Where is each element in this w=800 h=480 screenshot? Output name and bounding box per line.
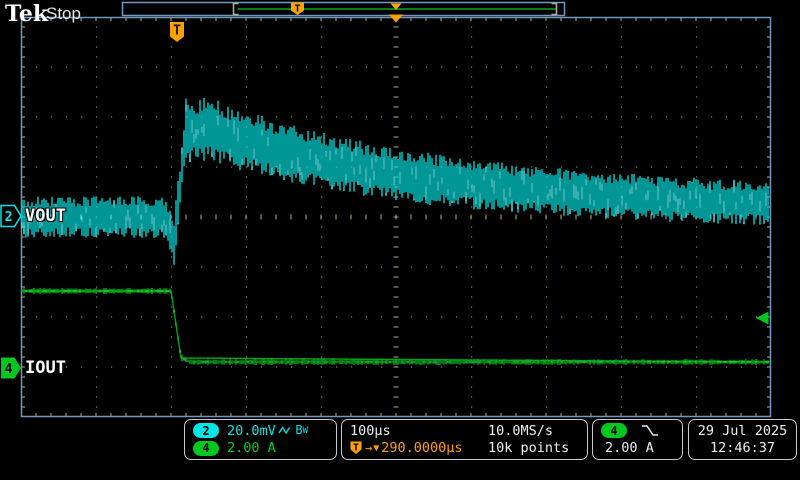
acquisition-status: Stop bbox=[46, 4, 81, 23]
channel4-scale: 2.00 A bbox=[227, 440, 276, 457]
channel2-scale: 20.0mV bbox=[227, 422, 276, 439]
channel2-trace-label: VOUT bbox=[25, 206, 66, 226]
record-length-value: 10k points bbox=[488, 440, 570, 457]
delay-arrow-icon: → bbox=[365, 441, 373, 456]
expansion-point-triangle-icon[interactable] bbox=[389, 14, 403, 23]
trigger-readout-box[interactable]: 4 2.00 A bbox=[592, 419, 683, 460]
trigger-position-flag[interactable]: T bbox=[170, 22, 184, 42]
channel4-marker-number: 4 bbox=[5, 362, 13, 377]
channel2-position-marker[interactable]: 2 bbox=[0, 204, 22, 228]
display-canvas: T T 2 4 bbox=[0, 1, 772, 418]
trigger-level-row: 2.00 A bbox=[601, 440, 674, 457]
trigger-source-row: 4 bbox=[601, 422, 674, 439]
oscilloscope-screen: T T 2 4 Tek Stop VOUT IOUT 2 20.0mV B W … bbox=[0, 0, 800, 480]
channel2-badge[interactable]: 2 bbox=[193, 423, 219, 439]
bandwidth-w: W bbox=[302, 426, 308, 437]
falling-edge-icon bbox=[641, 424, 659, 437]
trigger-level-arrow-icon[interactable] bbox=[756, 311, 769, 325]
time-row: 12:46:37 bbox=[710, 440, 775, 457]
date-value: 29 Jul 2025 bbox=[697, 422, 788, 439]
trigger-t-flag-label: T bbox=[173, 24, 181, 39]
trigger-source-badge[interactable]: 4 bbox=[601, 423, 627, 439]
waveform-traces bbox=[21, 97, 771, 365]
timebase-row: 100µs 10.0MS/s bbox=[350, 422, 579, 439]
trigger-level-value: 2.00 A bbox=[605, 440, 654, 457]
timebase-value: 100µs bbox=[350, 422, 391, 439]
record-trigger-t-label: T bbox=[294, 4, 300, 15]
svg-text:T: T bbox=[353, 443, 359, 454]
channel2-marker-number: 2 bbox=[5, 210, 13, 225]
channel4-trace-label: IOUT bbox=[25, 358, 66, 378]
channel4-badge[interactable]: 4 bbox=[193, 440, 219, 456]
horizontal-readout-box[interactable]: 100µs 10.0MS/s T → ▼ 290.0000µs 10k poin… bbox=[341, 419, 588, 460]
channel4-readout-row: 4 2.00 A bbox=[193, 440, 328, 457]
delay-trigger-t-icon: T bbox=[350, 441, 362, 455]
ac-coupling-bandwidth-icon: B W bbox=[278, 423, 308, 438]
sample-rate-value: 10.0MS/s bbox=[488, 422, 554, 439]
time-value: 12:46:37 bbox=[709, 440, 776, 457]
trigger-delay-value: 290.0000µs bbox=[381, 440, 463, 457]
date-row: 29 Jul 2025 bbox=[698, 422, 787, 439]
channel-readout-box[interactable]: 2 20.0mV B W 4 2.00 A bbox=[184, 419, 337, 460]
bandwidth-b: B bbox=[295, 423, 303, 438]
delay-marker-icon: ▼ bbox=[373, 442, 380, 454]
delay-row: T → ▼ 290.0000µs 10k points bbox=[350, 440, 579, 457]
datetime-box[interactable]: 29 Jul 2025 12:46:37 bbox=[688, 419, 797, 460]
channel4-position-marker[interactable]: 4 bbox=[1, 357, 21, 379]
tek-logo: Tek bbox=[5, 1, 49, 27]
record-view-bar[interactable]: T bbox=[121, 1, 566, 17]
channel2-readout-row: 2 20.0mV B W bbox=[193, 422, 328, 439]
coupling-wave-icon bbox=[278, 426, 291, 435]
